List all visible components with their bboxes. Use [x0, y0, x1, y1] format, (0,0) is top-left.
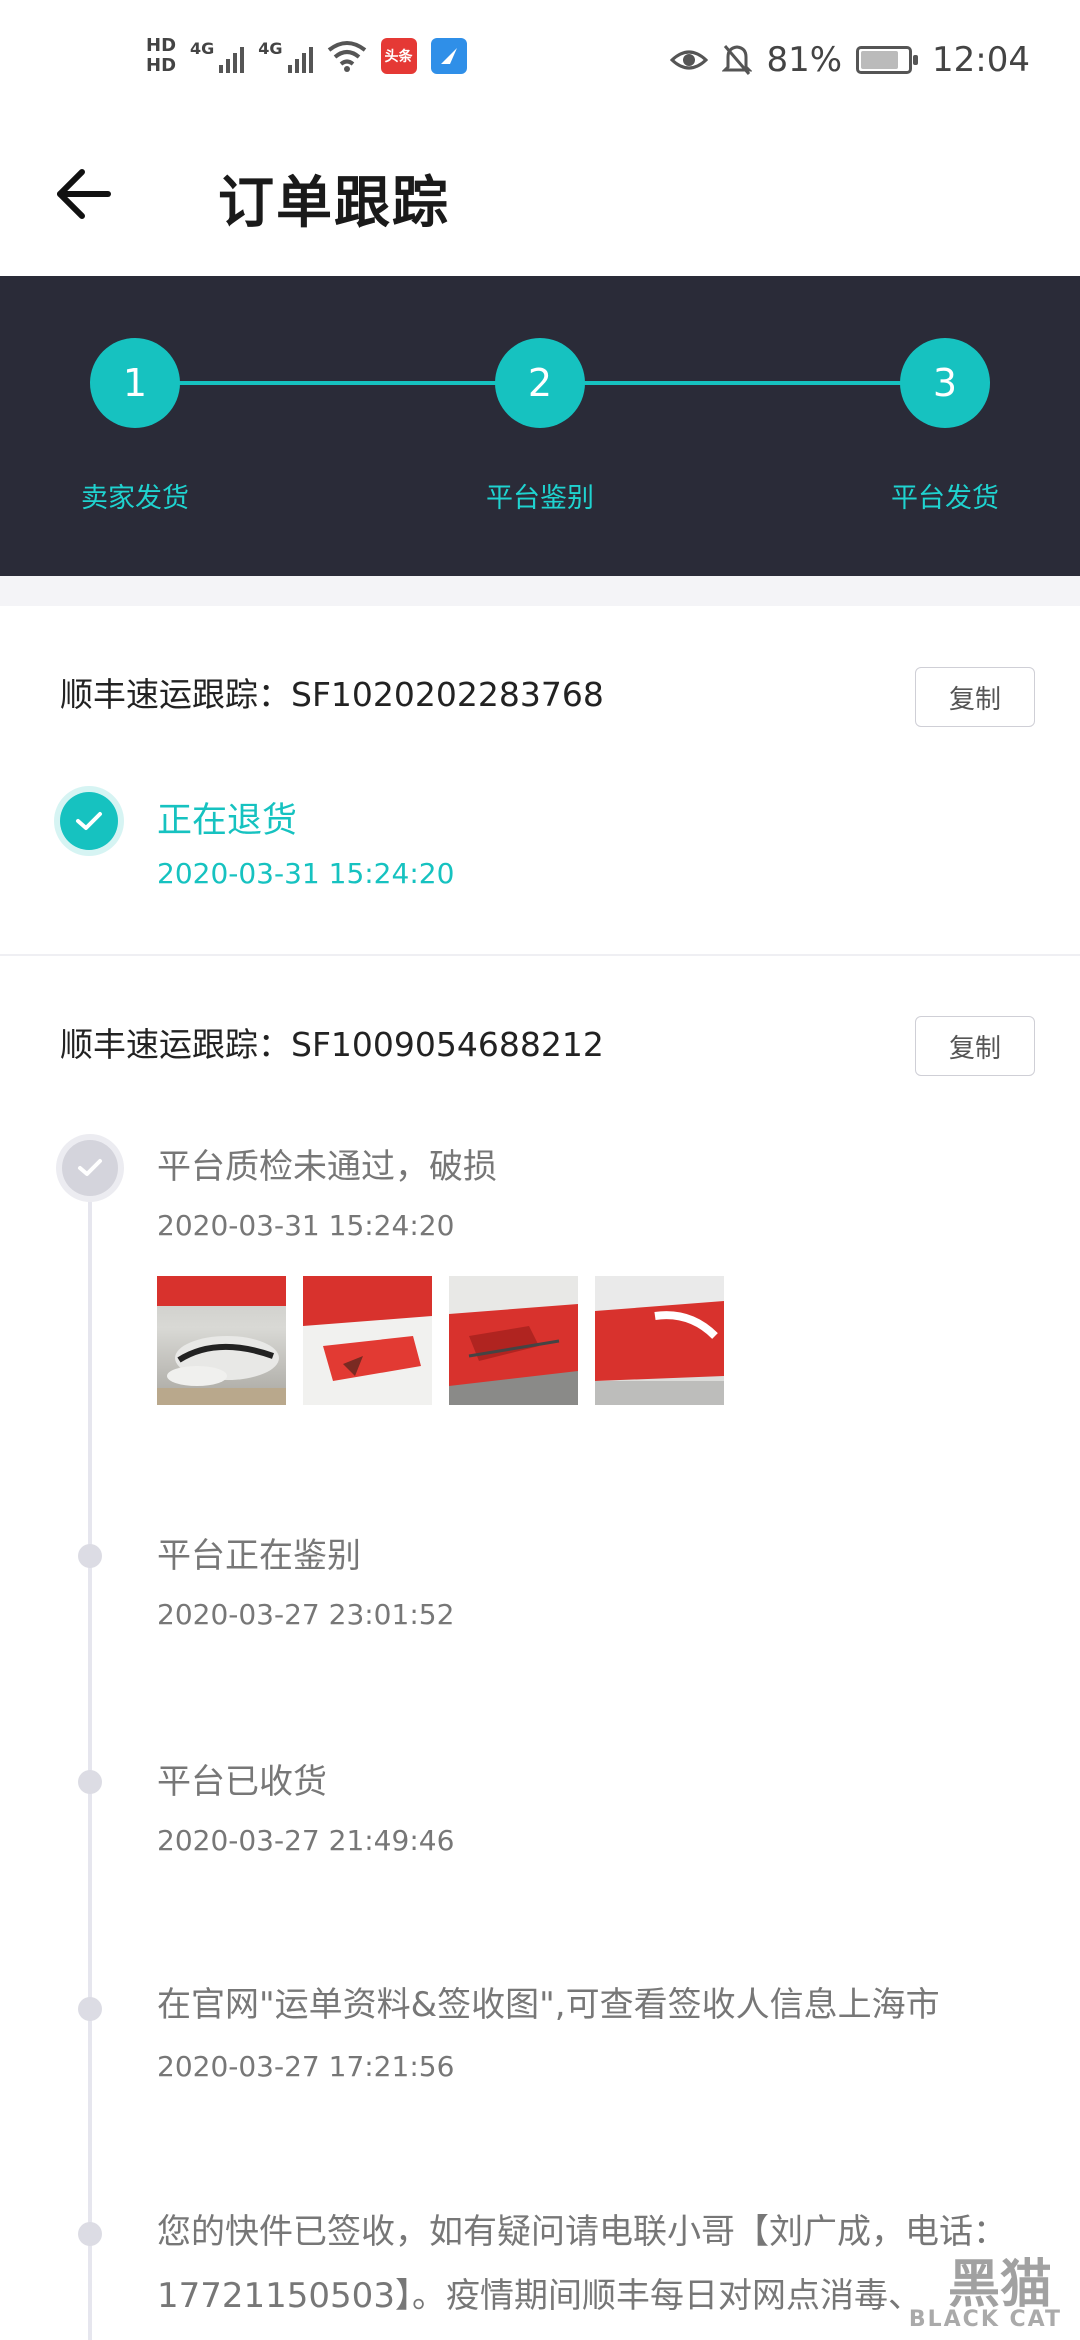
copy-button-1-label: 复制	[948, 684, 1001, 715]
tracking-1-label: 顺丰速运跟踪：SF1020202283768	[60, 675, 604, 714]
hd-indicator: HD HD	[146, 36, 176, 76]
signal-2-icon: 4G	[258, 39, 313, 73]
wifi-icon	[327, 41, 366, 72]
step-2-label: 平台鉴别	[486, 483, 594, 514]
step-1-number: 1	[122, 361, 148, 405]
check-inactive-icon	[62, 1140, 118, 1196]
timeline-line	[88, 1170, 92, 2340]
event-1-title: 平台质检未通过，破损	[157, 1147, 497, 1187]
timeline-dot	[78, 1997, 102, 2021]
step-2-number: 2	[527, 361, 553, 405]
step-1-circle: 1	[90, 338, 180, 428]
copy-button-2[interactable]: 复制	[915, 1016, 1035, 1076]
active-event-title: 正在退货	[157, 801, 298, 841]
event-1-time: 2020-03-31 15:24:20	[157, 1209, 455, 1242]
watermark-en: BLACK CAT	[908, 2307, 1062, 2332]
photo-sneaker[interactable]	[157, 1276, 286, 1405]
event-4-time: 2020-03-27 17:21:56	[157, 2050, 455, 2083]
event-4-title: 在官网"运单资料&签收图",可查看签收人信息上海市	[157, 1985, 940, 2025]
check-active-icon	[60, 792, 118, 850]
event-2-time: 2020-03-27 23:01:52	[157, 1598, 455, 1631]
event-3-title: 平台已收货	[157, 1762, 327, 1802]
step-1-label: 卖家发货	[81, 483, 189, 514]
battery-icon	[856, 46, 919, 74]
page-title: 订单跟踪	[218, 171, 450, 236]
step-3-number: 3	[932, 361, 958, 405]
timeline-dot	[78, 1770, 102, 1794]
toutiao-label: 头条	[384, 49, 413, 65]
photo-box-side[interactable]	[595, 1276, 724, 1405]
battery-percent: 81%	[766, 40, 843, 80]
eye-icon	[670, 50, 709, 70]
battery-fill	[861, 51, 899, 69]
black-cat-watermark: 黑猫 BLACK CAT	[862, 2242, 1062, 2332]
tracking-2-label: 顺丰速运跟踪：SF1009054688212	[60, 1025, 604, 1064]
photo-box-damage[interactable]	[449, 1276, 578, 1405]
step-3-circle: 3	[900, 338, 990, 428]
feather-app-icon	[430, 38, 467, 74]
copy-button-1[interactable]: 复制	[915, 667, 1035, 727]
signal-1-icon: 4G	[190, 39, 245, 73]
event-3-time: 2020-03-27 21:49:46	[157, 1824, 455, 1857]
photo-box-corner[interactable]	[303, 1276, 432, 1405]
step-3-label: 平台发货	[891, 483, 999, 514]
section-gap	[0, 576, 1080, 606]
copy-button-2-label: 复制	[948, 1033, 1001, 1064]
inspection-photos	[157, 1276, 724, 1405]
timeline-dot	[78, 1544, 102, 1568]
active-event-time: 2020-03-31 15:24:20	[157, 857, 455, 890]
network-1-label: 4G	[190, 39, 215, 58]
back-arrow-icon[interactable]	[52, 162, 116, 226]
clock: 12:04	[932, 40, 1030, 80]
progress-stepper: 1 2 3 卖家发货 平台鉴别 平台发货	[0, 276, 1080, 576]
status-left-icons: HD HD 4G 4G 头条	[146, 36, 467, 76]
step-2-circle: 2	[495, 338, 585, 428]
hd2-label: HD	[146, 55, 177, 76]
section-divider	[0, 954, 1080, 956]
network-2-label: 4G	[258, 39, 283, 58]
event-2-title: 平台正在鉴别	[157, 1536, 361, 1576]
app-header: 订单跟踪	[0, 120, 1080, 276]
timeline-dot	[78, 2222, 102, 2246]
status-bar: HD HD 4G 4G 头条 81% 12:04	[0, 0, 1080, 120]
bell-off-icon	[722, 45, 753, 75]
toutiao-app-icon: 头条	[380, 38, 417, 74]
hd1-label: HD	[146, 35, 177, 56]
watermark-cn: 黑猫	[947, 2255, 1052, 2315]
status-right-icons: 81% 12:04	[670, 40, 1030, 80]
